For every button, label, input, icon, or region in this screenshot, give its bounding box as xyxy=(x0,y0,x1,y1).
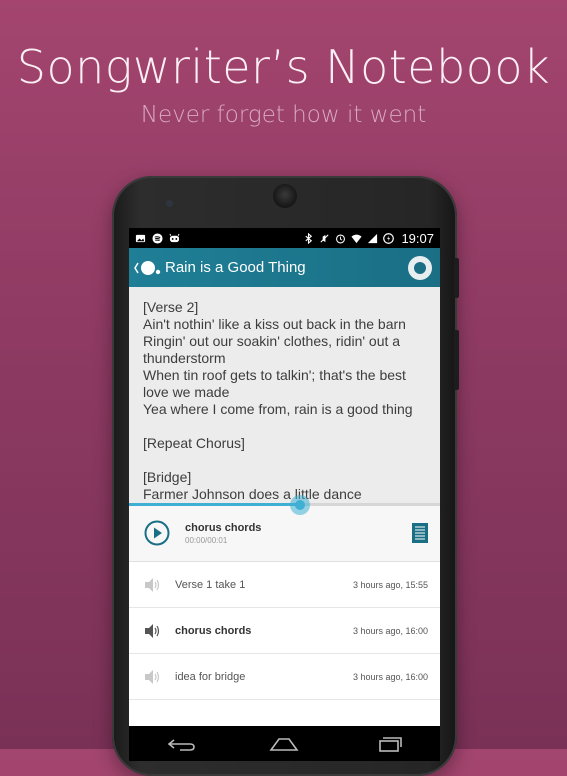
lyric-line xyxy=(143,418,426,435)
play-button[interactable] xyxy=(129,520,185,546)
lyric-line: Ain't nothin' like a kiss out back in th… xyxy=(143,316,406,332)
seek-thumb[interactable] xyxy=(290,495,310,515)
lyric-line xyxy=(143,452,426,469)
nav-home-button[interactable] xyxy=(254,726,314,761)
lyric-line: Farmer Johnson does a little dance xyxy=(143,486,362,502)
record-icon xyxy=(408,255,432,280)
lyric-line: Ringin' out our soakin' clothes, ridin' … xyxy=(143,333,401,349)
home-icon xyxy=(269,737,300,751)
hero-subtitle: Never forget how it went xyxy=(140,102,427,128)
alarm-icon xyxy=(336,233,346,243)
app-toolbar: Rain is a Good Thing xyxy=(129,248,440,287)
speaker-icon xyxy=(129,669,175,685)
lyrics-editor[interactable]: [Verse 2] Ain't nothin' like a kiss out b… xyxy=(129,287,440,505)
seek-progress xyxy=(129,503,300,506)
recording-row[interactable]: chorus chords 3 hours ago, 16:00 xyxy=(129,608,440,654)
sensor-icon xyxy=(166,200,173,207)
lyric-line: thunderstorm xyxy=(143,350,226,366)
recording-row[interactable]: idea for bridge 3 hours ago, 16:00 xyxy=(129,654,440,700)
hero-title: Songwriter’s Notebook xyxy=(16,40,551,94)
recordings-list: Verse 1 take 1 3 hours ago, 15:55 chorus c… xyxy=(129,562,440,700)
nav-back-button[interactable] xyxy=(151,726,211,761)
recording-time: 3 hours ago, 16:00 xyxy=(352,625,428,636)
wifi-icon xyxy=(351,234,362,243)
volume-button xyxy=(454,330,459,390)
recording-name: Verse 1 take 1 xyxy=(175,578,246,591)
record-button[interactable] xyxy=(400,248,440,287)
lyric-line: love we made xyxy=(143,384,230,400)
lyric-line: Yea where I come from, rain is a good th… xyxy=(143,401,413,417)
player-title: chorus chords xyxy=(185,521,262,534)
recent-apps-icon xyxy=(379,736,402,752)
status-bar: 19:07 xyxy=(129,228,440,248)
app-screen: 19:07 Rain is a Good Thing [Verse 2] Ain'… xyxy=(129,228,440,761)
notes-button[interactable] xyxy=(400,522,440,544)
player-panel: chorus chords 00:00/00:01 xyxy=(129,505,440,562)
spotify-icon xyxy=(152,232,163,244)
lyric-line: When tin roof gets to talkin'; that's th… xyxy=(143,367,406,383)
lyric-line: [Repeat Chorus] xyxy=(143,435,245,451)
speaker-icon xyxy=(129,577,175,593)
recording-time: 3 hours ago, 15:55 xyxy=(352,579,428,590)
player-info: chorus chords 00:00/00:01 xyxy=(185,522,400,545)
recording-name: idea for bridge xyxy=(175,670,246,683)
speaker-icon xyxy=(129,623,175,639)
recording-row[interactable]: Verse 1 take 1 3 hours ago, 15:55 xyxy=(129,562,440,608)
lyric-line: [Verse 2] xyxy=(143,299,199,315)
toolbar-title: Rain is a Good Thing xyxy=(165,259,306,276)
signal-icon xyxy=(368,233,378,243)
nav-bar xyxy=(129,726,440,761)
back-icon xyxy=(167,738,195,751)
mute-icon xyxy=(320,233,330,243)
phone-frame: 19:07 Rain is a Good Thing [Verse 2] Ain'… xyxy=(112,176,457,776)
recording-time: 3 hours ago, 16:00 xyxy=(352,671,428,682)
battery-icon xyxy=(383,232,395,244)
power-button xyxy=(454,258,459,298)
status-time: 19:07 xyxy=(401,230,434,246)
cyanogen-icon xyxy=(169,233,180,242)
speaker-icon xyxy=(272,184,297,208)
gallery-icon xyxy=(135,234,146,242)
bluetooth-icon xyxy=(305,232,313,244)
recording-name: chorus chords xyxy=(175,624,252,637)
back-chevron-icon xyxy=(134,260,161,275)
player-time: 00:00/00:01 xyxy=(185,535,228,545)
nav-recent-button[interactable] xyxy=(358,726,418,761)
play-icon xyxy=(144,520,170,546)
lyric-line: [Bridge] xyxy=(143,469,192,485)
back-button[interactable] xyxy=(129,248,165,287)
notes-icon xyxy=(412,523,428,543)
